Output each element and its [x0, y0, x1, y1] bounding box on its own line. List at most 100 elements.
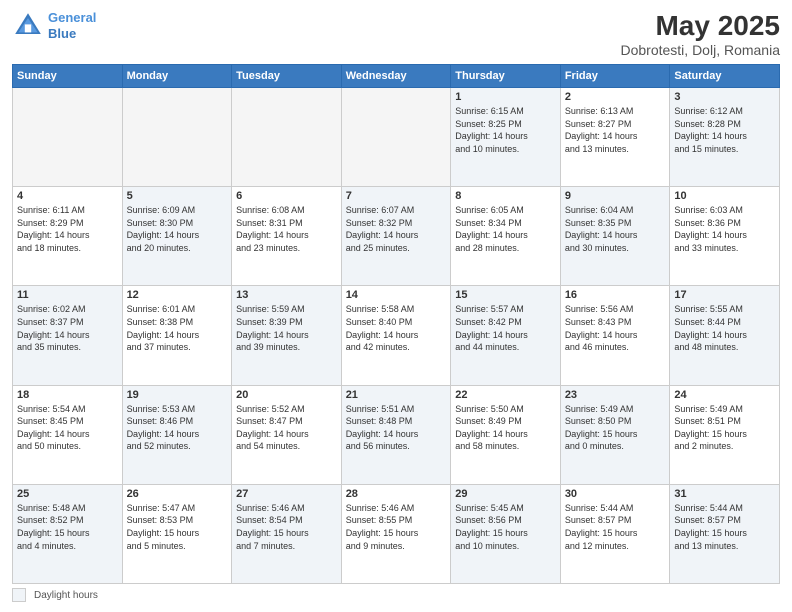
day-number: 11 — [17, 289, 118, 301]
day-number: 20 — [236, 389, 337, 401]
day-number: 25 — [17, 488, 118, 500]
day-info: Sunrise: 5:45 AM Sunset: 8:56 PM Dayligh… — [455, 502, 556, 552]
logo-icon — [12, 10, 44, 42]
day-number: 23 — [565, 389, 666, 401]
day-number: 4 — [17, 190, 118, 202]
day-number: 28 — [346, 488, 447, 500]
logo-general: General — [48, 10, 96, 25]
day-number: 10 — [674, 190, 775, 202]
calendar-cell: 3 Sunrise: 6:12 AM Sunset: 8:28 PM Daylig… — [670, 88, 780, 187]
day-info: Sunrise: 5:47 AM Sunset: 8:53 PM Dayligh… — [127, 502, 228, 552]
day-number: 29 — [455, 488, 556, 500]
calendar-cell: 2Sunrise: 6:13 AM Sunset: 8:27 PM Daylig… — [560, 88, 670, 187]
day-info: Sunrise: 6:05 AM Sunset: 8:34 PM Dayligh… — [455, 204, 556, 254]
day-info: Sunrise: 6:03 AM Sunset: 8:36 PM Dayligh… — [674, 204, 775, 254]
day-info: Sunrise: 5:49 AM Sunset: 8:50 PM Dayligh… — [565, 403, 666, 453]
day-number: 21 — [346, 389, 447, 401]
day-number: 3 — [674, 91, 775, 103]
calendar-cell: 25 Sunrise: 5:48 AM Sunset: 8:52 PM Dayli… — [13, 484, 123, 583]
location: Dobrotesti, Dolj, Romania — [620, 42, 780, 58]
day-info: Sunrise: 5:48 AM Sunset: 8:52 PM Dayligh… — [17, 502, 118, 552]
day-info: Sunrise: 5:54 AM Sunset: 8:45 PM Dayligh… — [17, 403, 118, 453]
day-info: Sunrise: 5:53 AM Sunset: 8:46 PM Dayligh… — [127, 403, 228, 453]
weekday-header: Wednesday — [341, 65, 451, 88]
day-number: 22 — [455, 389, 556, 401]
calendar-cell: 30Sunrise: 5:44 AM Sunset: 8:57 PM Dayli… — [560, 484, 670, 583]
title-block: May 2025 Dobrotesti, Dolj, Romania — [620, 10, 780, 58]
logo: General Blue — [12, 10, 96, 42]
day-number: 17 — [674, 289, 775, 301]
day-number: 5 — [127, 190, 228, 202]
legend: Daylight hours — [12, 588, 780, 602]
calendar-cell: 15 Sunrise: 5:57 AM Sunset: 8:42 PM Dayli… — [451, 286, 561, 385]
day-info: Sunrise: 5:55 AM Sunset: 8:44 PM Dayligh… — [674, 303, 775, 353]
calendar-cell — [341, 88, 451, 187]
page: General Blue May 2025 Dobrotesti, Dolj, … — [0, 0, 792, 612]
day-number: 24 — [674, 389, 775, 401]
calendar-cell: 31 Sunrise: 5:44 AM Sunset: 8:57 PM Dayli… — [670, 484, 780, 583]
calendar-header-row: SundayMondayTuesdayWednesdayThursdayFrid… — [13, 65, 780, 88]
calendar-cell — [122, 88, 232, 187]
calendar-cell: 21 Sunrise: 5:51 AM Sunset: 8:48 PM Dayli… — [341, 385, 451, 484]
day-number: 16 — [565, 289, 666, 301]
calendar-cell: 26 Sunrise: 5:47 AM Sunset: 8:53 PM Dayli… — [122, 484, 232, 583]
day-info: Sunrise: 5:46 AM Sunset: 8:54 PM Dayligh… — [236, 502, 337, 552]
month-title: May 2025 — [620, 10, 780, 42]
day-number: 19 — [127, 389, 228, 401]
calendar-cell: 22 Sunrise: 5:50 AM Sunset: 8:49 PM Dayli… — [451, 385, 561, 484]
day-info: Sunrise: 5:57 AM Sunset: 8:42 PM Dayligh… — [455, 303, 556, 353]
calendar-cell: 11Sunrise: 6:02 AM Sunset: 8:37 PM Dayli… — [13, 286, 123, 385]
header: General Blue May 2025 Dobrotesti, Dolj, … — [12, 10, 780, 58]
calendar-cell: 14 Sunrise: 5:58 AM Sunset: 8:40 PM Dayli… — [341, 286, 451, 385]
day-info: Sunrise: 6:07 AM Sunset: 8:32 PM Dayligh… — [346, 204, 447, 254]
weekday-header: Sunday — [13, 65, 123, 88]
calendar-cell: 4 Sunrise: 6:11 AM Sunset: 8:29 PM Daylig… — [13, 187, 123, 286]
calendar-cell: 19 Sunrise: 5:53 AM Sunset: 8:46 PM Dayli… — [122, 385, 232, 484]
day-info: Sunrise: 6:11 AM Sunset: 8:29 PM Dayligh… — [17, 204, 118, 254]
calendar-week-row: 4 Sunrise: 6:11 AM Sunset: 8:29 PM Daylig… — [13, 187, 780, 286]
calendar-week-row: 11Sunrise: 6:02 AM Sunset: 8:37 PM Dayli… — [13, 286, 780, 385]
day-number: 13 — [236, 289, 337, 301]
day-number: 2 — [565, 91, 666, 103]
day-info: Sunrise: 5:50 AM Sunset: 8:49 PM Dayligh… — [455, 403, 556, 453]
day-number: 31 — [674, 488, 775, 500]
day-info: Sunrise: 6:09 AM Sunset: 8:30 PM Dayligh… — [127, 204, 228, 254]
day-number: 26 — [127, 488, 228, 500]
calendar-cell: 17 Sunrise: 5:55 AM Sunset: 8:44 PM Dayli… — [670, 286, 780, 385]
day-number: 27 — [236, 488, 337, 500]
weekday-header: Tuesday — [232, 65, 342, 88]
day-info: Sunrise: 6:08 AM Sunset: 8:31 PM Dayligh… — [236, 204, 337, 254]
calendar-table: SundayMondayTuesdayWednesdayThursdayFrid… — [12, 64, 780, 584]
calendar-cell: 7 Sunrise: 6:07 AM Sunset: 8:32 PM Daylig… — [341, 187, 451, 286]
day-info: Sunrise: 5:59 AM Sunset: 8:39 PM Dayligh… — [236, 303, 337, 353]
calendar-week-row: 25 Sunrise: 5:48 AM Sunset: 8:52 PM Dayli… — [13, 484, 780, 583]
day-info: Sunrise: 5:51 AM Sunset: 8:48 PM Dayligh… — [346, 403, 447, 453]
day-number: 1 — [455, 91, 556, 103]
weekday-header: Thursday — [451, 65, 561, 88]
day-info: Sunrise: 5:46 AM Sunset: 8:55 PM Dayligh… — [346, 502, 447, 552]
day-info: Sunrise: 5:56 AM Sunset: 8:43 PM Dayligh… — [565, 303, 666, 353]
day-number: 15 — [455, 289, 556, 301]
day-info: Sunrise: 5:44 AM Sunset: 8:57 PM Dayligh… — [674, 502, 775, 552]
day-info: Sunrise: 5:52 AM Sunset: 8:47 PM Dayligh… — [236, 403, 337, 453]
day-info: Sunrise: 5:58 AM Sunset: 8:40 PM Dayligh… — [346, 303, 447, 353]
calendar-cell: 23 Sunrise: 5:49 AM Sunset: 8:50 PM Dayli… — [560, 385, 670, 484]
calendar-cell: 8 Sunrise: 6:05 AM Sunset: 8:34 PM Daylig… — [451, 187, 561, 286]
calendar-cell: 9Sunrise: 6:04 AM Sunset: 8:35 PM Daylig… — [560, 187, 670, 286]
day-number: 14 — [346, 289, 447, 301]
day-number: 7 — [346, 190, 447, 202]
calendar-week-row: 1Sunrise: 6:15 AM Sunset: 8:25 PM Daylig… — [13, 88, 780, 187]
calendar-cell — [232, 88, 342, 187]
day-number: 18 — [17, 389, 118, 401]
logo-text: General Blue — [48, 10, 96, 41]
calendar-cell: 5 Sunrise: 6:09 AM Sunset: 8:30 PM Daylig… — [122, 187, 232, 286]
legend-label: Daylight hours — [34, 590, 98, 601]
day-number: 6 — [236, 190, 337, 202]
calendar-cell: 28 Sunrise: 5:46 AM Sunset: 8:55 PM Dayli… — [341, 484, 451, 583]
day-number: 12 — [127, 289, 228, 301]
day-number: 8 — [455, 190, 556, 202]
logo-blue: Blue — [48, 26, 76, 41]
day-info: Sunrise: 6:04 AM Sunset: 8:35 PM Dayligh… — [565, 204, 666, 254]
calendar-cell: 12Sunrise: 6:01 AM Sunset: 8:38 PM Dayli… — [122, 286, 232, 385]
day-info: Sunrise: 6:12 AM Sunset: 8:28 PM Dayligh… — [674, 105, 775, 155]
